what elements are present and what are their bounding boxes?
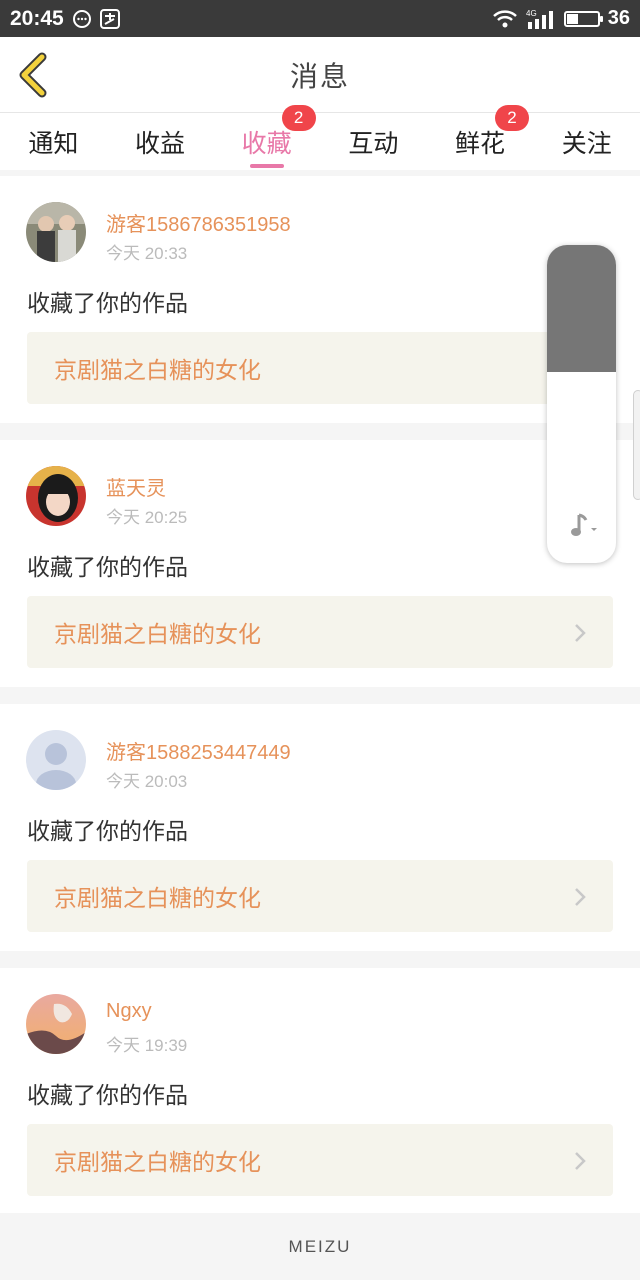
signal-icon: 4G [526, 9, 553, 29]
device-brand-bar: MEIZU [0, 1213, 640, 1280]
list-item: 游客1588253447449 今天 20:03 收藏了你的作品 京剧猫之白糖的… [0, 704, 640, 951]
tab-bar: 通知 收益 收藏 2 互动 鲜花 2 关注 [0, 105, 640, 170]
username[interactable]: 蓝天灵 [106, 472, 166, 501]
activity-text: 收藏了你的作品 [27, 555, 188, 581]
battery-icon [563, 10, 603, 27]
activity-text: 收藏了你的作品 [27, 291, 188, 317]
favorites-feed: 游客1586786351958 今天 20:33 收藏了你的作品 京剧猫之白糖的… [0, 176, 640, 1232]
active-tab-indicator [249, 164, 284, 168]
avatar[interactable] [26, 466, 86, 526]
tab-label: 鲜花 [455, 128, 506, 158]
avatar[interactable] [26, 994, 86, 1054]
chevron-right-icon [575, 888, 586, 906]
header: 消息 [0, 37, 640, 113]
work-link[interactable]: 京剧猫之白糖的女化 [27, 860, 613, 932]
tab-interactions[interactable]: 互动 [320, 113, 427, 170]
music-note-icon [571, 513, 597, 536]
avatar[interactable] [26, 730, 86, 790]
tab-notifications[interactable]: 通知 [0, 113, 107, 170]
page-title: 消息 [289, 59, 350, 93]
timestamp: 今天 20:25 [106, 508, 188, 527]
timestamp: 今天 20:33 [106, 244, 188, 263]
unread-badge: 2 [281, 105, 316, 131]
brand-logo: MEIZU [288, 1236, 352, 1256]
tab-label: 收藏 [241, 128, 292, 158]
avatar[interactable] [26, 202, 86, 262]
chevron-right-icon [575, 624, 586, 642]
activity-text: 收藏了你的作品 [27, 1083, 188, 1109]
username[interactable]: Ngxy [106, 1000, 152, 1023]
wifi-icon [492, 9, 517, 27]
activity-text: 收藏了你的作品 [27, 819, 188, 845]
work-title: 京剧猫之白糖的女化 [54, 622, 261, 648]
tab-label: 关注 [561, 128, 612, 158]
timestamp: 今天 19:39 [106, 1036, 188, 1055]
unread-badge: 2 [494, 105, 529, 131]
work-link[interactable]: 京剧猫之白糖的女化 [27, 332, 613, 404]
list-item: 游客1586786351958 今天 20:33 收藏了你的作品 京剧猫之白糖的… [0, 176, 640, 423]
work-link[interactable]: 京剧猫之白糖的女化 [27, 1124, 613, 1196]
svg-text:4G: 4G [526, 9, 537, 18]
work-title: 京剧猫之白糖的女化 [54, 358, 261, 384]
username[interactable]: 游客1588253447449 [106, 736, 291, 765]
chat-bubble-icon [72, 9, 91, 28]
tab-label: 通知 [28, 128, 79, 158]
volume-track-empty [547, 245, 616, 373]
tab-flowers[interactable]: 鲜花 2 [427, 105, 534, 170]
battery-percent: 36 [607, 7, 630, 29]
work-title: 京剧猫之白糖的女化 [54, 886, 261, 912]
work-title: 京剧猫之白糖的女化 [54, 1150, 261, 1176]
status-time: 20:45 [10, 6, 64, 30]
username[interactable]: 游客1586786351958 [106, 208, 291, 237]
edge-handle[interactable] [633, 390, 640, 500]
chevron-right-icon [575, 1152, 586, 1170]
tab-earnings[interactable]: 收益 [107, 113, 214, 170]
list-item: 蓝天灵 今天 20:25 收藏了你的作品 京剧猫之白糖的女化 [0, 440, 640, 687]
tab-favorites[interactable]: 收藏 2 [213, 105, 320, 170]
timestamp: 今天 20:03 [106, 772, 188, 791]
payment-app-icon [99, 8, 120, 29]
back-arrow-icon[interactable] [14, 51, 54, 99]
status-bar: 20:45 4G 36 [0, 0, 640, 37]
volume-slider[interactable] [547, 245, 616, 563]
work-link[interactable]: 京剧猫之白糖的女化 [27, 596, 613, 668]
list-item: Ngxy 今天 19:39 收藏了你的作品 京剧猫之白糖的女化 [0, 968, 640, 1215]
tab-label: 收益 [135, 128, 186, 158]
tab-following[interactable]: 关注 [533, 113, 640, 170]
tab-label: 互动 [348, 128, 399, 158]
